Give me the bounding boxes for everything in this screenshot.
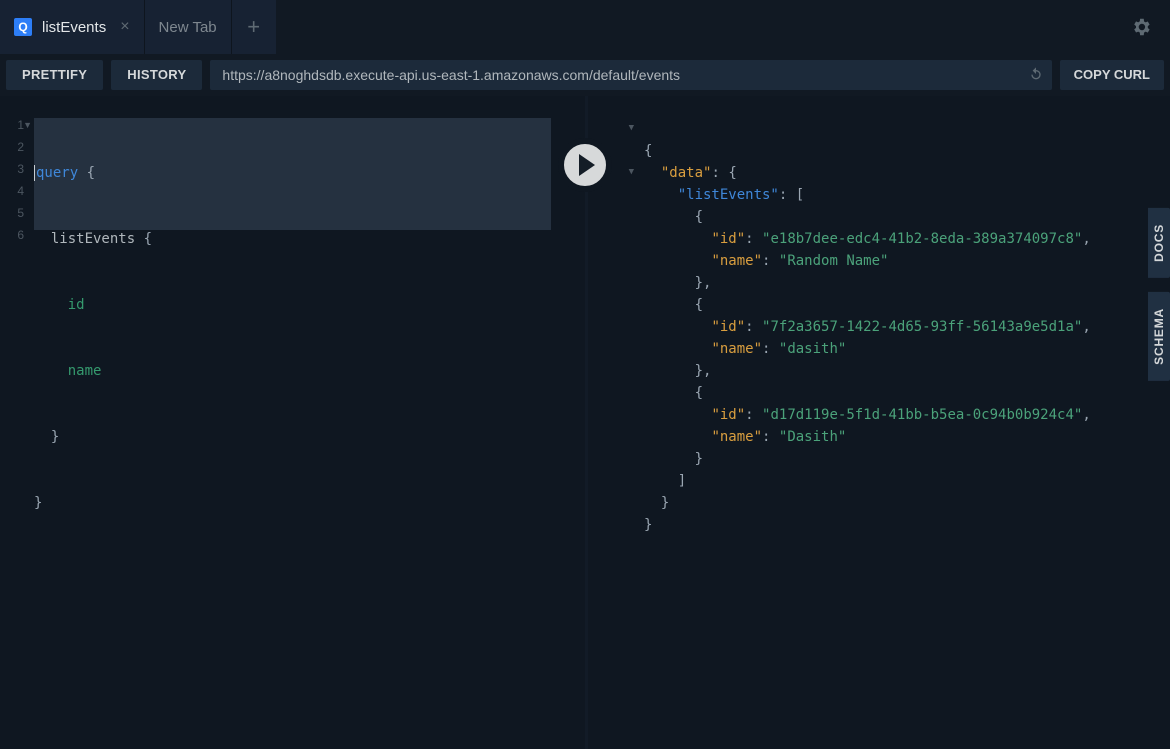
- add-tab-button[interactable]: +: [232, 0, 276, 54]
- tab-bar: Q listEvents × New Tab +: [0, 0, 1170, 54]
- result-viewer[interactable]: { "data": { "listEvents": [ { "id": "e18…: [588, 96, 1170, 580]
- docs-tab[interactable]: DOCS: [1148, 208, 1170, 278]
- query-editor[interactable]: query { listEvents { id name } }: [34, 96, 585, 558]
- close-icon[interactable]: ×: [120, 18, 129, 36]
- tab-label: listEvents: [42, 19, 106, 36]
- side-tabs: DOCS SCHEMA: [1148, 208, 1170, 381]
- reload-icon[interactable]: [1028, 66, 1044, 85]
- tab-new[interactable]: New Tab: [145, 0, 232, 54]
- result-pane: ▼ ▼ { "data": { "listEvents": [ { "id": …: [585, 96, 1170, 749]
- query-icon: Q: [14, 18, 32, 36]
- toolbar: PRETTIFY HISTORY https://a8noghdsdb.exec…: [0, 54, 1170, 96]
- endpoint-url: https://a8noghdsdb.execute-api.us-east-1…: [222, 67, 1019, 83]
- endpoint-input[interactable]: https://a8noghdsdb.execute-api.us-east-1…: [210, 60, 1051, 90]
- line-gutter: 1▼ 2 3 4 5 6: [0, 118, 30, 250]
- schema-tab[interactable]: SCHEMA: [1148, 292, 1170, 381]
- history-button[interactable]: HISTORY: [111, 60, 202, 90]
- tab-list-events[interactable]: Q listEvents ×: [0, 0, 145, 54]
- prettify-button[interactable]: PRETTIFY: [6, 60, 103, 90]
- play-icon: [579, 154, 595, 176]
- main-area: 1▼ 2 3 4 5 6 query { listEvents { id nam…: [0, 96, 1170, 749]
- execute-button[interactable]: [558, 138, 612, 192]
- tab-label: New Tab: [159, 19, 217, 36]
- query-editor-pane[interactable]: 1▼ 2 3 4 5 6 query { listEvents { id nam…: [0, 96, 585, 749]
- copy-curl-button[interactable]: COPY CURL: [1060, 60, 1164, 90]
- settings-button[interactable]: [1130, 16, 1152, 38]
